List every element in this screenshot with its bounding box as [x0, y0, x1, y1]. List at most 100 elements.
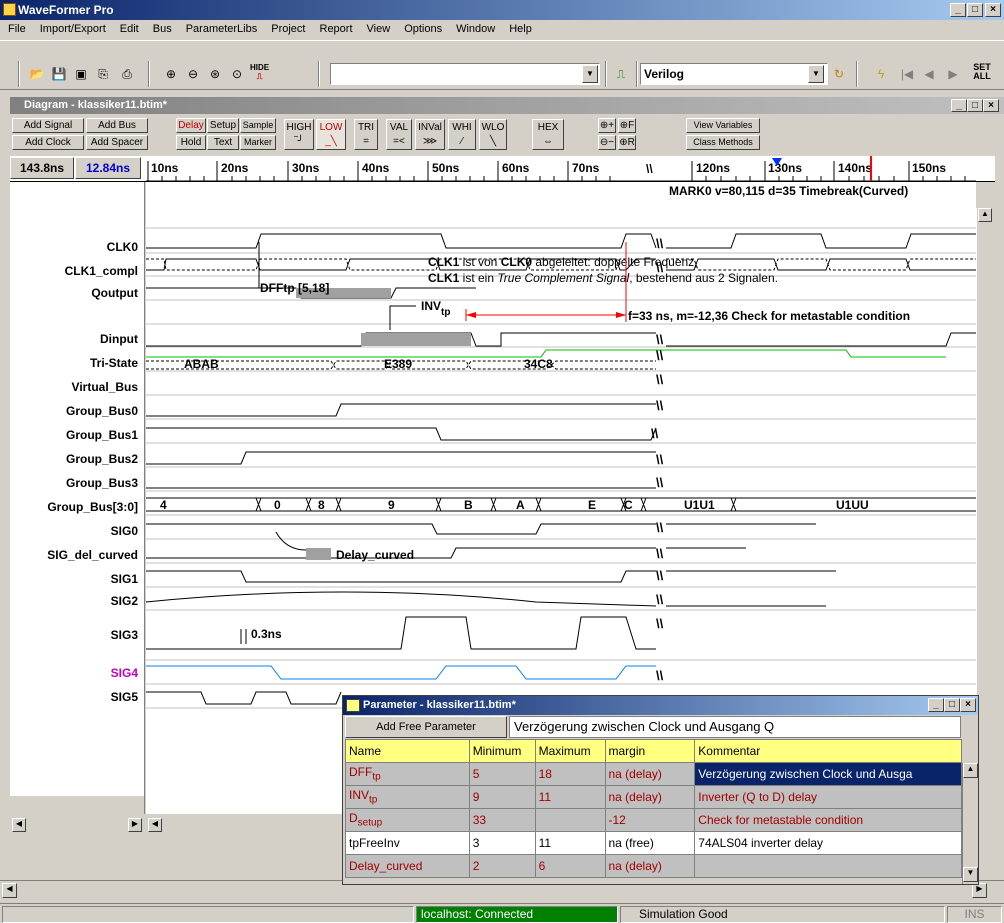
menu-parameterlibs[interactable]: ParameterLibs: [186, 23, 258, 35]
open-folder-icon[interactable]: 📂: [28, 65, 46, 83]
print-icon[interactable]: ⎙: [118, 65, 136, 83]
hide-button[interactable]: HIDE ⎍: [250, 63, 269, 81]
signal-name[interactable]: Group_Bus0: [66, 404, 138, 418]
menu-help[interactable]: Help: [509, 23, 532, 35]
maximize-icon[interactable]: □: [944, 698, 960, 712]
menu-report[interactable]: Report: [320, 23, 353, 35]
menu-bus[interactable]: Bus: [153, 23, 172, 35]
minimize-icon[interactable]: _: [928, 698, 944, 712]
signal-name[interactable]: SIG5: [111, 690, 138, 704]
run-script-icon[interactable]: ↻: [830, 65, 848, 83]
menu-options[interactable]: Options: [404, 23, 442, 35]
parameter-vscroll[interactable]: ▲ ▼: [962, 763, 978, 884]
zoom-range-button[interactable]: ⊕R: [618, 135, 636, 150]
column-header[interactable]: Minimum: [468, 739, 536, 763]
table-row[interactable]: INVtp 9 11 na (delay) Inverter (Q to D) …: [345, 785, 962, 809]
column-header[interactable]: margin: [604, 739, 696, 763]
lightning-icon[interactable]: ϟ: [872, 65, 890, 83]
go-first-icon[interactable]: |◀: [898, 65, 916, 83]
chevron-down-icon[interactable]: ▼: [808, 65, 824, 83]
param-name[interactable]: Delay_curved: [345, 854, 470, 878]
table-row[interactable]: tpFreeInv 3 11 na (free) 74ALS04 inverte…: [345, 831, 962, 855]
add-bus-button[interactable]: Add Bus: [86, 118, 148, 133]
signal-name[interactable]: SIG_del_curved: [47, 548, 138, 562]
param-max[interactable]: [534, 808, 606, 832]
step-forward-icon[interactable]: ▶: [944, 65, 962, 83]
column-header[interactable]: Kommentar: [694, 739, 962, 763]
step-back-icon[interactable]: ◀: [920, 65, 938, 83]
param-name[interactable]: INVtp: [345, 785, 470, 809]
param-margin[interactable]: na (delay): [604, 785, 696, 809]
param-max[interactable]: 18: [534, 762, 606, 786]
add-free-parameter-button[interactable]: Add Free Parameter: [345, 716, 507, 738]
name-hscroll-bar[interactable]: ◀ ▶: [10, 816, 145, 834]
param-comment[interactable]: Check for metastable condition: [694, 808, 962, 832]
column-header[interactable]: Name: [345, 739, 470, 763]
param-name[interactable]: DFFtp: [345, 762, 470, 786]
high-button[interactable]: HIGH ‾╯: [284, 119, 314, 150]
zoom-full-button[interactable]: ⊕F: [618, 118, 636, 133]
scroll-down-icon[interactable]: ▼: [963, 867, 978, 882]
zoom-out-minus-button[interactable]: ⊖−: [598, 135, 616, 150]
search-combo[interactable]: [330, 63, 600, 85]
chevron-down-icon[interactable]: ▼: [582, 65, 598, 83]
add-signal-button[interactable]: Add Signal: [12, 118, 84, 133]
add-clock-button[interactable]: Add Clock: [12, 135, 84, 150]
table-row[interactable]: Delay_curved 2 6 na (delay): [345, 854, 962, 878]
signal-name[interactable]: Qoutput: [91, 286, 138, 300]
tri-button[interactable]: TRI =: [354, 119, 378, 150]
signal-name[interactable]: SIG0: [111, 524, 138, 538]
zoom-in-plus-button[interactable]: ⊕+: [598, 118, 616, 133]
minimize-icon[interactable]: _: [951, 99, 967, 112]
wave-hscroll-bar[interactable]: ◀: [146, 816, 342, 834]
param-max[interactable]: 6: [534, 854, 606, 878]
signal-name[interactable]: Group_Bus2: [66, 452, 138, 466]
zoom-range-icon[interactable]: ⊙: [228, 65, 246, 83]
signal-name[interactable]: SIG2: [111, 594, 138, 608]
param-comment[interactable]: 74ALS04 inverter delay: [694, 831, 962, 855]
signal-name[interactable]: SIG1: [111, 572, 138, 586]
simulate-icon[interactable]: ⎍: [612, 65, 630, 83]
param-min[interactable]: 9: [468, 785, 536, 809]
signal-name[interactable]: CLK0: [107, 240, 138, 254]
signal-name[interactable]: Virtual_Bus: [72, 380, 138, 394]
param-margin[interactable]: na (delay): [604, 854, 696, 878]
marker-button[interactable]: Marker: [240, 135, 276, 150]
table-row[interactable]: DFFtp 5 18 na (delay) Verzögerung zwisch…: [345, 762, 962, 786]
signal-name[interactable]: SIG4: [111, 666, 138, 680]
menu-file[interactable]: File: [8, 23, 26, 35]
table-row[interactable]: Dsetup 33 -12 Check for metastable condi…: [345, 808, 962, 832]
low-button[interactable]: LOW _╲: [316, 119, 346, 150]
text-button[interactable]: Text: [207, 135, 239, 150]
signal-name[interactable]: Dinput: [100, 332, 138, 346]
signal-name[interactable]: Group_Bus3: [66, 476, 138, 490]
signal-name[interactable]: SIG3: [111, 628, 138, 642]
zoom-in-icon[interactable]: ⊕: [162, 65, 180, 83]
menu-edit[interactable]: Edit: [120, 23, 139, 35]
param-min[interactable]: 5: [468, 762, 536, 786]
set-all-button[interactable]: SET ALL: [968, 63, 996, 81]
param-min[interactable]: 2: [468, 854, 536, 878]
signal-name[interactable]: CLK1_compl: [65, 264, 138, 278]
menu-import-export[interactable]: Import/Export: [40, 23, 106, 35]
menu-window[interactable]: Window: [456, 23, 495, 35]
sample-button[interactable]: Sample: [240, 118, 276, 133]
zoom-out-icon[interactable]: ⊖: [184, 65, 202, 83]
add-spacer-button[interactable]: Add Spacer: [86, 135, 148, 150]
wlo-button[interactable]: WLO ╲: [479, 119, 507, 150]
class-methods-button[interactable]: Class Methods: [686, 135, 760, 150]
scroll-up-icon[interactable]: ▲: [963, 763, 978, 778]
inval-button[interactable]: INVal ⋙: [415, 119, 445, 150]
val-button[interactable]: VAL =<: [386, 119, 412, 150]
signal-name[interactable]: Group_Bus[3:0]: [47, 500, 138, 514]
close-icon[interactable]: ×: [983, 99, 999, 112]
param-comment[interactable]: Verzögerung zwischen Clock und Ausga: [694, 762, 962, 786]
parameter-edit-field[interactable]: Verzögerung zwischen Clock und Ausgang Q: [509, 716, 961, 738]
whi-button[interactable]: WHI ⁄: [448, 119, 476, 150]
maximize-icon[interactable]: □: [967, 3, 983, 17]
hex-button[interactable]: HEX ⇔: [532, 119, 564, 150]
hold-button[interactable]: Hold: [176, 135, 206, 150]
maximize-icon[interactable]: □: [967, 99, 983, 112]
param-comment[interactable]: Inverter (Q to D) delay: [694, 785, 962, 809]
close-icon[interactable]: ×: [985, 3, 1001, 17]
